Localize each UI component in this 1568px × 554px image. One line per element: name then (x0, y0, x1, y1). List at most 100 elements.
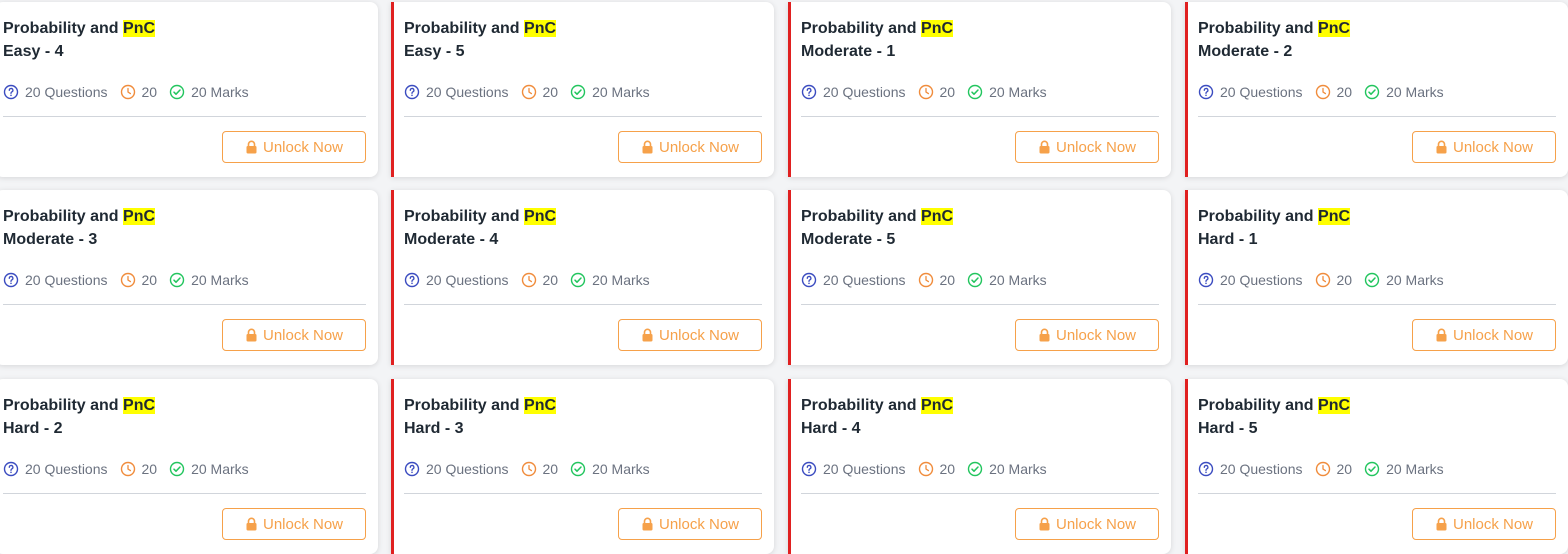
question-circle-icon (3, 272, 19, 288)
marks-value: 20 Marks (592, 461, 650, 477)
unlock-now-button[interactable]: Unlock Now (222, 319, 366, 351)
time-value: 20 (141, 461, 158, 477)
lock-icon (1039, 517, 1050, 531)
card-title: Probability and PnC (1198, 20, 1351, 37)
test-card[interactable]: Probability and PnC Hard - 2 20 Question… (0, 379, 378, 554)
title-highlight: PnC (123, 397, 156, 414)
test-card[interactable]: Probability and PnC Easy - 5 20 Question… (391, 2, 774, 177)
card-level: Hard - 2 (3, 420, 63, 437)
divider (404, 493, 762, 494)
clock-icon (918, 272, 933, 288)
lock-icon (246, 328, 257, 342)
card-meta: 20 Questions 20 20 Marks (1198, 272, 1456, 288)
test-card[interactable]: Probability and PnC Moderate - 3 20 Ques… (0, 190, 378, 365)
check-circle-icon (570, 272, 586, 288)
card-meta: 20 Questions 20 20 Marks (801, 272, 1059, 288)
card-meta: 20 Questions 20 20 Marks (3, 272, 261, 288)
lock-icon (1436, 328, 1447, 342)
question-circle-icon (801, 272, 817, 288)
unlock-now-button[interactable]: Unlock Now (1412, 319, 1556, 351)
test-card[interactable]: Probability and PnC Hard - 4 20 Question… (788, 379, 1171, 554)
card-level: Moderate - 2 (1198, 43, 1293, 60)
marks-value: 20 Marks (1386, 461, 1444, 477)
unlock-now-button[interactable]: Unlock Now (618, 319, 762, 351)
test-card[interactable]: Probability and PnC Easy - 4 20 Question… (0, 2, 378, 177)
unlock-now-button[interactable]: Unlock Now (1015, 131, 1159, 163)
question-circle-icon (404, 461, 420, 477)
question-circle-icon (1198, 272, 1214, 288)
title-highlight: PnC (921, 208, 954, 225)
marks-value: 20 Marks (1386, 272, 1444, 288)
test-card[interactable]: Probability and PnC Moderate - 1 20 Ques… (788, 2, 1171, 177)
title-highlight: PnC (921, 20, 954, 37)
title-highlight: PnC (123, 20, 156, 37)
questions-count: 20 Questions (823, 272, 906, 288)
time-value: 20 (939, 461, 956, 477)
lock-icon (642, 517, 653, 531)
unlock-now-button[interactable]: Unlock Now (1015, 508, 1159, 540)
card-meta: 20 Questions 20 20 Marks (404, 84, 662, 100)
questions-count: 20 Questions (25, 84, 108, 100)
question-circle-icon (404, 84, 420, 100)
card-meta: 20 Questions 20 20 Marks (3, 461, 261, 477)
question-circle-icon (801, 461, 817, 477)
question-circle-icon (801, 84, 817, 100)
check-circle-icon (967, 272, 983, 288)
test-card[interactable]: Probability and PnC Hard - 1 20 Question… (1185, 190, 1568, 365)
unlock-now-button[interactable]: Unlock Now (618, 131, 762, 163)
card-level: Hard - 3 (404, 420, 464, 437)
card-title: Probability and PnC (801, 208, 954, 225)
clock-icon (918, 84, 933, 100)
questions-count: 20 Questions (426, 84, 509, 100)
clock-icon (120, 272, 135, 288)
test-card[interactable]: Probability and PnC Moderate - 2 20 Ques… (1185, 2, 1568, 177)
question-circle-icon (404, 272, 420, 288)
questions-count: 20 Questions (25, 272, 108, 288)
unlock-now-button[interactable]: Unlock Now (1015, 319, 1159, 351)
question-circle-icon (3, 84, 19, 100)
unlock-now-button[interactable]: Unlock Now (1412, 131, 1556, 163)
marks-value: 20 Marks (989, 272, 1047, 288)
clock-icon (521, 461, 536, 477)
card-title: Probability and PnC (3, 20, 156, 37)
lock-icon (1039, 328, 1050, 342)
card-meta: 20 Questions 20 20 Marks (1198, 84, 1456, 100)
test-card[interactable]: Probability and PnC Moderate - 4 20 Ques… (391, 190, 774, 365)
card-meta: 20 Questions 20 20 Marks (801, 461, 1059, 477)
lock-icon (246, 517, 257, 531)
divider (404, 304, 762, 305)
lock-icon (1436, 517, 1447, 531)
test-card[interactable]: Probability and PnC Moderate - 5 20 Ques… (788, 190, 1171, 365)
title-highlight: PnC (1318, 20, 1351, 37)
unlock-now-button[interactable]: Unlock Now (222, 131, 366, 163)
check-circle-icon (1364, 84, 1380, 100)
card-title: Probability and PnC (404, 20, 557, 37)
title-highlight: PnC (524, 397, 557, 414)
unlock-now-button[interactable]: Unlock Now (1412, 508, 1556, 540)
marks-value: 20 Marks (1386, 84, 1444, 100)
unlock-now-button[interactable]: Unlock Now (618, 508, 762, 540)
time-value: 20 (1336, 272, 1353, 288)
card-level: Moderate - 5 (801, 231, 896, 248)
test-card[interactable]: Probability and PnC Hard - 5 20 Question… (1185, 379, 1568, 554)
clock-icon (521, 272, 536, 288)
test-card-grid: Probability and PnC Easy - 4 20 Question… (0, 0, 1568, 554)
card-level: Easy - 5 (404, 43, 465, 60)
clock-icon (1315, 461, 1330, 477)
divider (404, 116, 762, 117)
time-value: 20 (542, 272, 559, 288)
card-title: Probability and PnC (1198, 208, 1351, 225)
test-card[interactable]: Probability and PnC Hard - 3 20 Question… (391, 379, 774, 554)
card-level: Easy - 4 (3, 43, 64, 60)
clock-icon (1315, 272, 1330, 288)
time-value: 20 (939, 84, 956, 100)
time-value: 20 (542, 84, 559, 100)
card-title: Probability and PnC (404, 208, 557, 225)
card-title: Probability and PnC (1198, 397, 1351, 414)
clock-icon (1315, 84, 1330, 100)
question-circle-icon (1198, 461, 1214, 477)
divider (801, 116, 1159, 117)
marks-value: 20 Marks (191, 272, 249, 288)
unlock-now-button[interactable]: Unlock Now (222, 508, 366, 540)
card-meta: 20 Questions 20 20 Marks (3, 84, 261, 100)
